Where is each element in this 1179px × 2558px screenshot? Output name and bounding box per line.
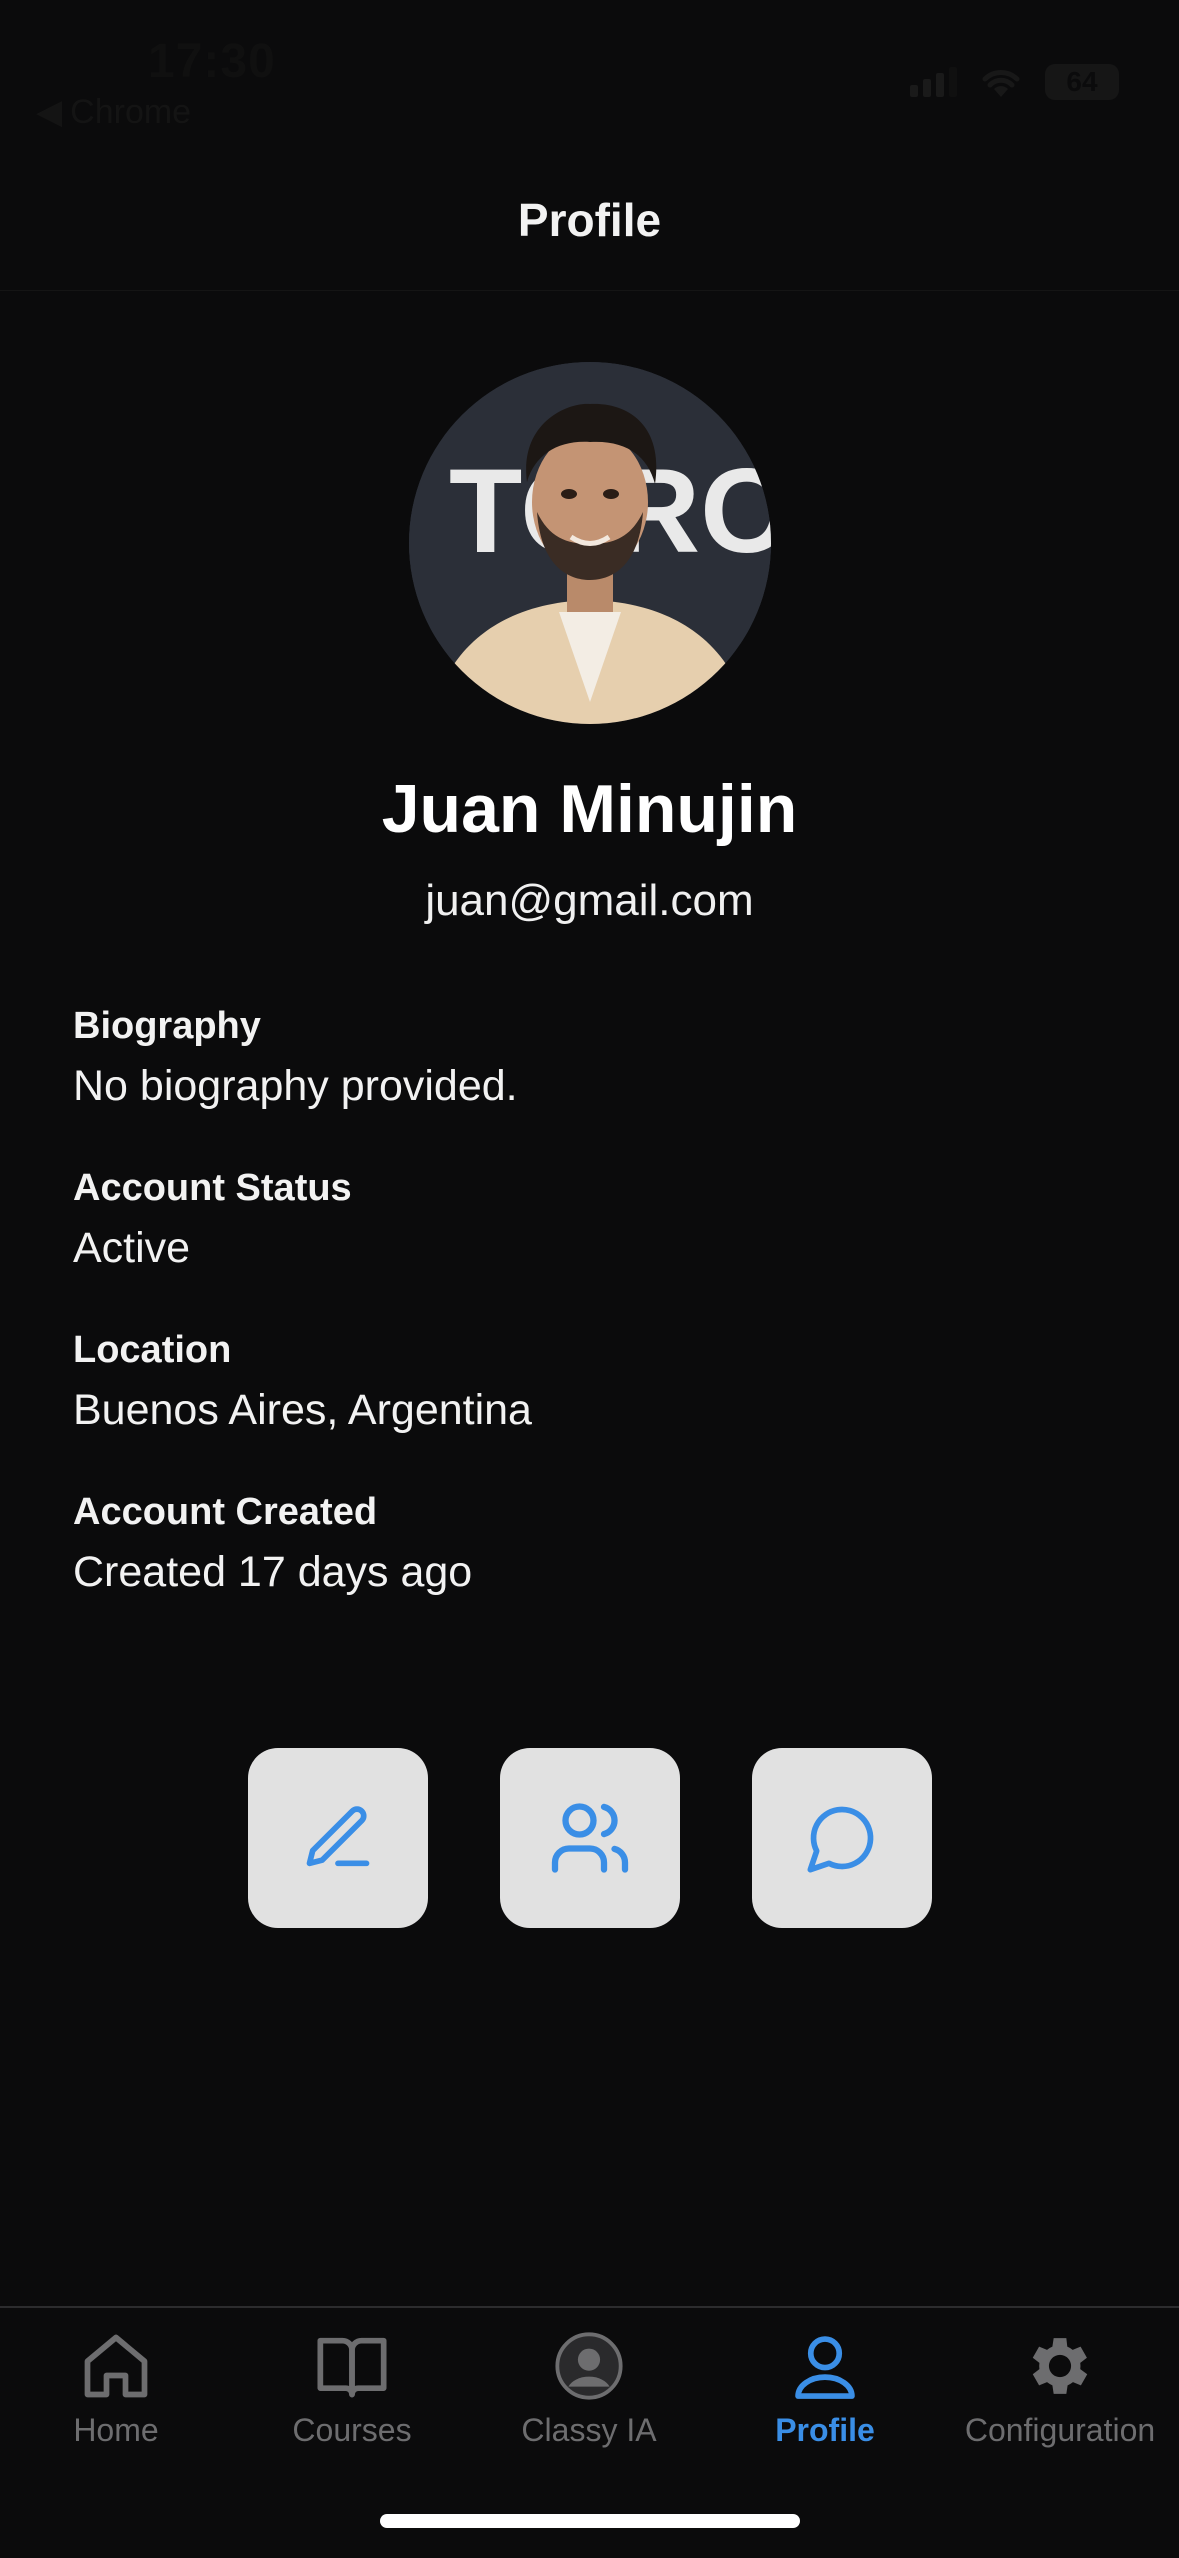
location-value: Buenos Aires, Argentina — [73, 1386, 532, 1434]
assistant-avatar-icon — [555, 2332, 623, 2400]
profile-avatar: TORO — [409, 362, 771, 724]
status-icons: 64 — [910, 64, 1119, 100]
tab-classy-ia[interactable]: Classy IA — [479, 2328, 699, 2449]
tab-classy-ia-label: Classy IA — [521, 2412, 657, 2448]
tab-profile[interactable]: Profile — [715, 2328, 935, 2449]
edit-icon — [306, 1806, 370, 1867]
account-status-section: Account Status Active — [73, 1167, 1103, 1273]
top-header: Profile — [0, 150, 1179, 291]
biography-label: Biography — [73, 1005, 261, 1047]
location-label: Location — [73, 1329, 232, 1371]
edit-profile-button[interactable] — [248, 1748, 428, 1928]
profile-name: Juan Minujin — [381, 771, 798, 847]
account-created-value: Created 17 days ago — [73, 1548, 473, 1596]
page-title: Profile — [517, 194, 662, 246]
location-section: Location Buenos Aires, Argentina — [73, 1329, 1103, 1435]
friends-button[interactable] — [500, 1748, 680, 1928]
account-created-section: Account Created Created 17 days ago — [73, 1491, 1103, 1597]
tab-courses[interactable]: Courses — [242, 2328, 462, 2449]
profile-actions — [248, 1748, 932, 1928]
wifi-icon — [982, 70, 1020, 97]
battery-indicator: 64 — [1045, 64, 1119, 100]
back-app-label: Chrome — [70, 93, 192, 131]
home-icon — [84, 2334, 148, 2398]
tab-home-label: Home — [73, 2412, 159, 2448]
profile-email: juan@gmail.com — [425, 876, 754, 925]
chat-icon — [807, 1806, 874, 1873]
biography-value: No biography provided. — [73, 1062, 518, 1110]
tab-configuration-label: Configuration — [964, 2412, 1156, 2448]
biography-section: Biography No biography provided. — [73, 1005, 1103, 1111]
status-bar: 17:30 ◀ Chrome 64 — [0, 0, 1179, 140]
account-status-label: Account Status — [73, 1167, 352, 1209]
tab-courses-label: Courses — [292, 2412, 412, 2448]
account-status-value: Active — [73, 1224, 191, 1272]
users-icon — [551, 1803, 629, 1873]
status-time: 17:30 — [148, 35, 276, 88]
avatar-illustration: TORO — [409, 362, 771, 724]
account-created-label: Account Created — [73, 1491, 378, 1533]
back-triangle-icon: ◀ — [36, 93, 63, 131]
user-icon — [795, 2336, 855, 2399]
tab-profile-label: Profile — [775, 2412, 875, 2448]
tab-home[interactable]: Home — [6, 2328, 226, 2449]
back-to-app-link[interactable]: ◀ Chrome — [36, 92, 191, 132]
home-indicator[interactable] — [380, 2514, 800, 2528]
book-icon — [317, 2337, 387, 2398]
messages-button[interactable] — [752, 1748, 932, 1928]
gear-icon — [1032, 2338, 1088, 2394]
signal-icon — [910, 67, 957, 97]
tab-configuration[interactable]: Configuration — [950, 2328, 1170, 2449]
